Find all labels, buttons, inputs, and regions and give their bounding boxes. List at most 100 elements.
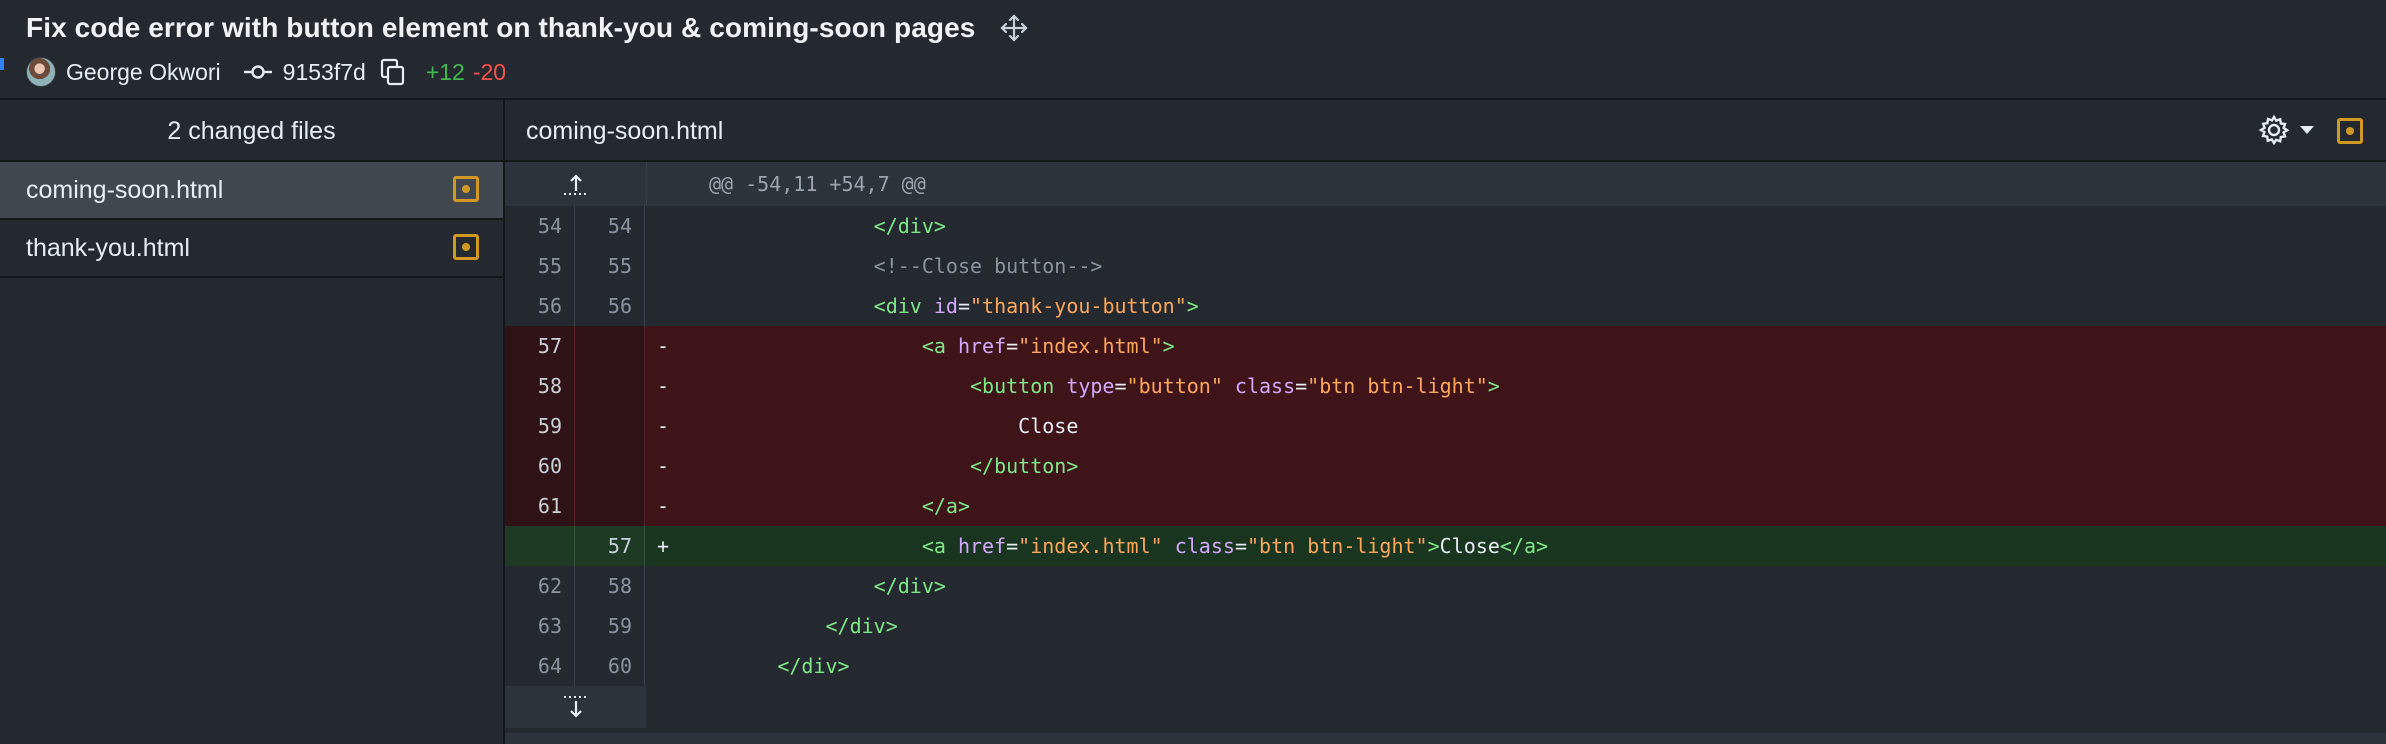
diff-line-del: 59 - Close [505,406,2386,446]
code-token: </div> [873,214,946,238]
new-line-number: 58 [575,566,645,606]
code-token: "index.html" [1018,534,1163,558]
diff-line-ctx: 55 55 <!--Close button--> [505,246,2386,286]
diff-line-ctx: 54 54 </div> [505,206,2386,246]
diff-sign [645,206,681,246]
hunk-header: @@ -54,11 +54,7 @@ [709,172,926,196]
new-line-number: 57 [575,526,645,566]
file-modified-icon[interactable] [2337,118,2363,144]
diff-sign [645,606,681,646]
file-item-label: thank-you.html [26,234,190,262]
code-token: <div [873,294,934,318]
code-token: <!--Close button--> [873,254,1103,278]
old-line-number: 55 [505,246,575,286]
new-line-number [575,406,645,446]
file-modified-icon [453,234,479,260]
code-token: id [933,294,958,318]
code-token: href [957,334,1007,358]
expand-up-icon [563,174,588,195]
move-arrows-icon[interactable] [999,13,1029,43]
expand-up-button[interactable] [505,162,647,206]
old-line-number: 59 [505,406,575,446]
file-modified-icon [453,176,479,202]
diff-sign [645,566,681,606]
commit-title: Fix code error with button element on th… [26,12,976,43]
code-token: > [1162,334,1175,358]
diff-line-ctx: 56 56 <div id="thank-you-button"> [505,286,2386,326]
code-content: <!--Close button--> [681,246,2386,286]
diff-sign: + [656,534,670,558]
new-line-number [575,366,645,406]
changed-files-sidebar: 2 changed files coming-soon.html thank-y… [0,100,505,744]
diff-line-ctx: 63 59 </div> [505,606,2386,646]
commit-meta: George Okwori 9153f7d +12 -20 [26,56,506,88]
code-token: class [1174,534,1235,558]
code-token: > [1186,294,1199,318]
code-token: class [1234,374,1296,398]
code-token: > [1427,534,1440,558]
new-line-number: 56 [575,286,645,326]
new-line-number [575,446,645,486]
new-line-number: 54 [575,206,645,246]
old-line-number: 61 [505,486,575,526]
code-content: </div> [681,206,2386,246]
diff-line-del: 61 - </a> [505,486,2386,526]
hunk-header-row: @@ -54,11 +54,7 @@ [505,162,2386,206]
code-content: <button type="button" class="btn btn-lig… [681,366,2386,406]
old-line-number: 57 [505,326,575,366]
code-content: <div id="thank-you-button"> [681,286,2386,326]
diff-sign [645,286,681,326]
file-item-coming-soon[interactable]: coming-soon.html [0,162,503,220]
code-content: </a> [681,486,2386,526]
chevron-down-icon [2300,126,2314,134]
diff-panel: coming-soon.html @@ -54,11 +54,7 @@ 54 5… [505,100,2386,744]
code-token: = [1006,534,1019,558]
diff-body: @@ -54,11 +54,7 @@ 54 54 </div> 55 55 <!--C… [505,162,2386,728]
changed-files-heading: 2 changed files [0,100,503,162]
code-token: "thank-you-button" [970,294,1187,318]
expand-down-button[interactable] [505,686,646,728]
code-token: Close [1018,414,1079,438]
diff-line-del: 57 - <a href="index.html"> [505,326,2386,366]
diff-sign: - [656,454,670,478]
title-row: Fix code error with button element on th… [26,12,1029,44]
expand-down-row [505,686,2386,728]
code-token: </div> [873,574,946,598]
file-item-thank-you[interactable]: thank-you.html [0,220,503,278]
code-token: </button> [969,454,1079,478]
diff-sign: - [656,334,670,358]
code-token: > [1487,374,1500,398]
old-line-number: 64 [505,646,575,686]
diff-line-del: 58- <button type="button" class="btn btn… [505,366,2386,406]
diff-line-ctx: 64 60 </div> [505,646,2386,686]
old-line-number: 56 [505,286,575,326]
diff-sign: - [656,414,670,438]
author-name[interactable]: George Okwori [66,59,221,86]
code-token: "button" [1126,374,1223,398]
code-token: </div> [777,654,850,678]
code-content: </button> [681,446,2386,486]
diff-settings-button[interactable] [2258,114,2314,146]
code-token: "index.html" [1018,334,1163,358]
expand-down-icon [563,696,588,718]
old-line-number: 54 [505,206,575,246]
file-item-label: coming-soon.html [26,176,224,204]
git-commit-icon [243,65,272,79]
code-content: <a href="index.html" class="btn btn-ligh… [681,526,2386,566]
additions-count: +12 [425,58,465,85]
code-token: <a [921,534,958,558]
old-line-number: 62 [505,566,575,606]
code-token: </div> [825,614,898,638]
old-line-number: 63 [505,606,575,646]
diff-lines: 54 54 </div> 55 55 <!--Close button--> 56 56 … [505,206,2386,686]
horizontal-scrollbar[interactable] [505,733,2386,744]
copy-icon[interactable] [380,58,406,86]
diff-sign: - [656,374,670,398]
code-token: = [1295,374,1308,398]
code-token: Close [1439,534,1500,558]
commit-sha: 9153f7d [282,58,366,85]
old-line-number: 60 [505,446,575,486]
avatar[interactable] [26,57,56,87]
